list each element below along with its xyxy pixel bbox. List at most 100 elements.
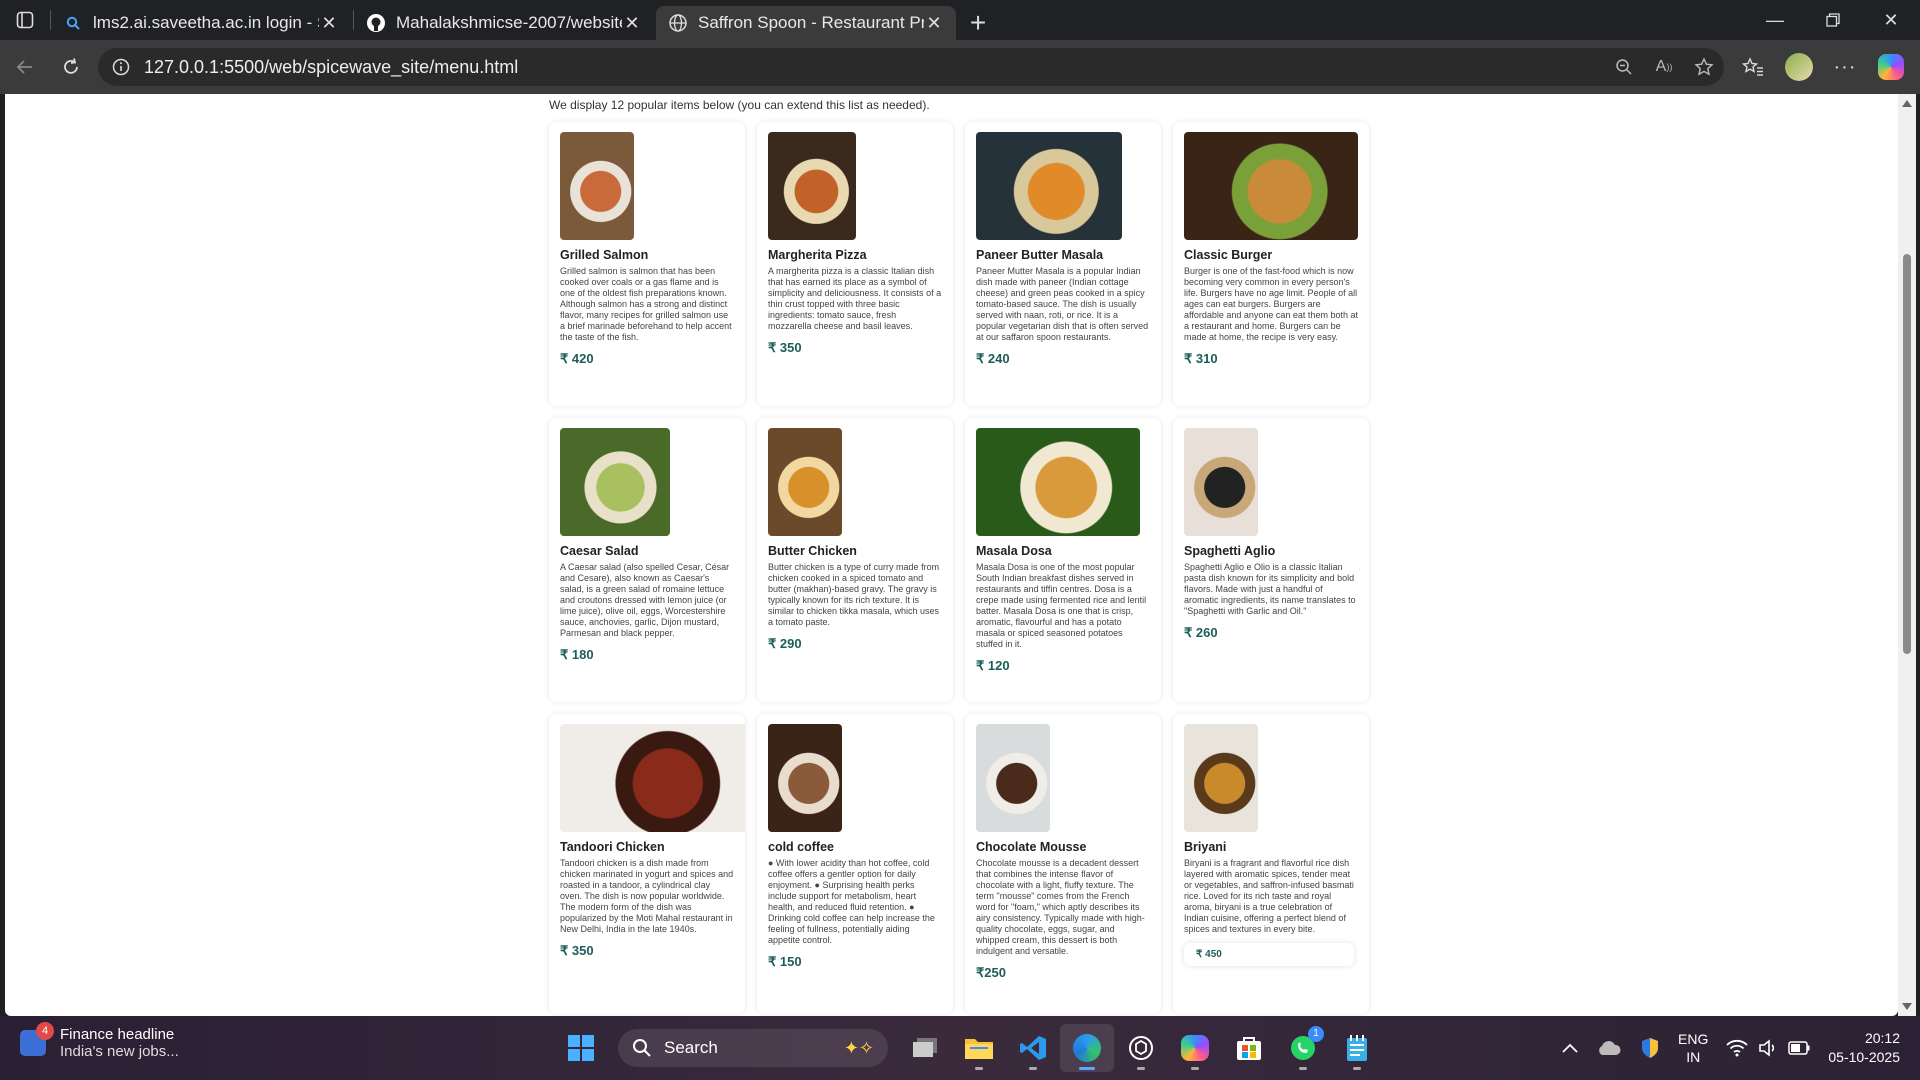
taskbar: 4 Finance headline India's new jobs... S… (0, 1016, 1920, 1080)
menu-card: Margherita Pizza A margherita pizza is a … (757, 122, 953, 406)
minimize-icon[interactable]: — (1746, 0, 1804, 40)
dish-price: ₹ 350 (560, 943, 594, 958)
dish-price: ₹ 310 (1184, 351, 1218, 366)
language-indicator[interactable]: ENG IN (1678, 1030, 1708, 1066)
browser-toolbar: 127.0.0.1:5500/web/spicewave_site/menu.h… (0, 40, 1920, 94)
menu-card: Butter Chicken Butter chicken is a type o… (757, 418, 953, 702)
tab-actions-icon (16, 11, 34, 29)
dish-price: ₹ 180 (560, 647, 594, 662)
edge-button[interactable] (1060, 1024, 1114, 1072)
copilot-app-icon (1181, 1035, 1209, 1061)
refresh-button[interactable] (48, 47, 94, 87)
dish-name: Tandoori Chicken (560, 840, 665, 854)
scroll-down-icon[interactable] (1902, 1003, 1912, 1010)
dish-description: Spaghetti Aglio e Olio is a classic Ital… (1184, 562, 1356, 616)
dish-name: Classic Burger (1184, 248, 1273, 262)
new-tab-button[interactable]: + (958, 6, 998, 40)
chatgpt-button[interactable] (1114, 1024, 1168, 1072)
vscode-button[interactable] (1006, 1024, 1060, 1072)
dish-price: ₹ 350 (768, 340, 802, 355)
tab-title: Saffron Spoon - Restaurant Projec (698, 13, 924, 32)
whatsapp-button[interactable]: 1 (1276, 1024, 1330, 1072)
back-button[interactable] (2, 47, 48, 87)
dish-image (768, 428, 842, 536)
dish-name: Spaghetti Aglio (1184, 544, 1276, 558)
page-viewport: We display 12 popular items below (you c… (5, 94, 1898, 1016)
menu-card: Masala Dosa Masala Dosa is one of the mos… (965, 418, 1161, 702)
dish-image (1184, 724, 1258, 832)
menu-card: Paneer Butter Masala Paneer Mutter Masala… (965, 122, 1161, 406)
dish-image (560, 724, 745, 832)
favorite-star-icon[interactable] (1684, 57, 1724, 77)
close-icon[interactable]: ✕ (622, 13, 642, 34)
dish-price: ₹ 120 (976, 658, 1010, 673)
dish-image (768, 724, 842, 832)
info-icon[interactable] (112, 58, 130, 76)
tab-saffron-spoon[interactable]: Saffron Spoon - Restaurant Projec ✕ (656, 6, 956, 40)
dish-description: Burger is one of the fast-food which is … (1184, 266, 1358, 342)
menu-grid: Grilled Salmon Grilled salmon is salmon t… (549, 122, 1369, 1014)
dish-description: Masala Dosa is one of the most popular S… (976, 562, 1147, 649)
dish-image (768, 132, 856, 240)
close-icon[interactable]: ✕ (924, 13, 944, 34)
address-bar[interactable]: 127.0.0.1:5500/web/spicewave_site/menu.h… (98, 48, 1724, 86)
store-button[interactable] (1222, 1024, 1276, 1072)
tab-actions-button[interactable] (0, 0, 50, 40)
dish-price: ₹ 260 (1184, 625, 1218, 640)
scroll-thumb[interactable] (1903, 254, 1911, 654)
zoom-out-icon[interactable] (1604, 58, 1644, 76)
dish-description: Butter chicken is a type of curry made f… (768, 562, 940, 627)
search-icon (63, 13, 83, 33)
more-options-icon[interactable]: ··· (1822, 48, 1868, 86)
taskbar-search[interactable]: Search ✦✧ (618, 1029, 888, 1067)
clock-time: 20:12 (1864, 1030, 1900, 1046)
dish-name: Caesar Salad (560, 544, 639, 558)
clock[interactable]: 20:12 05-10-2025 (1828, 1029, 1900, 1067)
volume-icon[interactable] (1758, 1039, 1778, 1057)
dish-name: cold coffee (768, 840, 834, 854)
favorites-icon[interactable] (1730, 48, 1776, 86)
dish-description: Chocolate mousse is a decadent dessert t… (976, 858, 1145, 956)
tab-title: lms2.ai.saveetha.ac.in login - Sear (93, 13, 319, 32)
widgets-button[interactable]: 4 Finance headline India's new jobs... (20, 1022, 179, 1060)
notepad-button[interactable] (1330, 1024, 1384, 1072)
title-bar: lms2.ai.saveetha.ac.in login - Sear ✕ Ma… (0, 0, 1920, 40)
widgets-icon: 4 (20, 1022, 54, 1056)
dish-price: ₹ 450 (1184, 943, 1354, 966)
tab-github[interactable]: Mahalakshmicse-2007/website ✕ (354, 6, 654, 40)
dish-name: Masala Dosa (976, 544, 1052, 558)
chatgpt-icon (1129, 1036, 1153, 1060)
profile-avatar[interactable] (1776, 48, 1822, 86)
read-aloud-icon[interactable]: A)) (1644, 58, 1684, 76)
tab-search[interactable]: lms2.ai.saveetha.ac.in login - Sear ✕ (51, 6, 351, 40)
widget-badge: 4 (36, 1022, 54, 1040)
file-explorer-button[interactable] (952, 1024, 1006, 1072)
scroll-up-icon[interactable] (1902, 100, 1912, 107)
copilot-button[interactable] (1168, 1024, 1222, 1072)
close-icon[interactable]: ✕ (319, 13, 339, 34)
menu-card: Classic Burger Burger is one of the fast-… (1173, 122, 1369, 406)
page-scrollbar[interactable] (1898, 94, 1916, 1016)
search-label: Search (664, 1038, 718, 1057)
url-text[interactable]: 127.0.0.1:5500/web/spicewave_site/menu.h… (144, 57, 1604, 78)
security-shield-icon[interactable] (1640, 1037, 1660, 1059)
close-window-icon[interactable]: ✕ (1862, 0, 1920, 40)
dish-image (976, 132, 1122, 240)
dish-description: A Caesar salad (also spelled Cesar, Césa… (560, 562, 730, 638)
toolbar-right: ··· (1730, 48, 1914, 86)
menu-card: Spaghetti Aglio Spaghetti Aglio e Olio is… (1173, 418, 1369, 702)
onedrive-icon[interactable] (1596, 1039, 1622, 1057)
battery-icon[interactable] (1788, 1041, 1810, 1055)
system-tray: ENG IN 20:12 05-10-2025 (1544, 1016, 1900, 1080)
start-button[interactable] (554, 1024, 608, 1072)
menu-card: Chocolate Mousse Chocolate mousse is a de… (965, 714, 1161, 1014)
dish-name: Chocolate Mousse (976, 840, 1087, 854)
menu-card: cold coffee ● With lower acidity than hot… (757, 714, 953, 1014)
dish-name: Paneer Butter Masala (976, 248, 1104, 262)
task-view-button[interactable] (898, 1024, 952, 1072)
dish-name: Grilled Salmon (560, 248, 649, 262)
chevron-up-icon[interactable] (1562, 1043, 1578, 1053)
restore-icon[interactable] (1804, 0, 1862, 40)
copilot-icon[interactable] (1868, 48, 1914, 86)
wifi-icon[interactable] (1726, 1039, 1749, 1057)
